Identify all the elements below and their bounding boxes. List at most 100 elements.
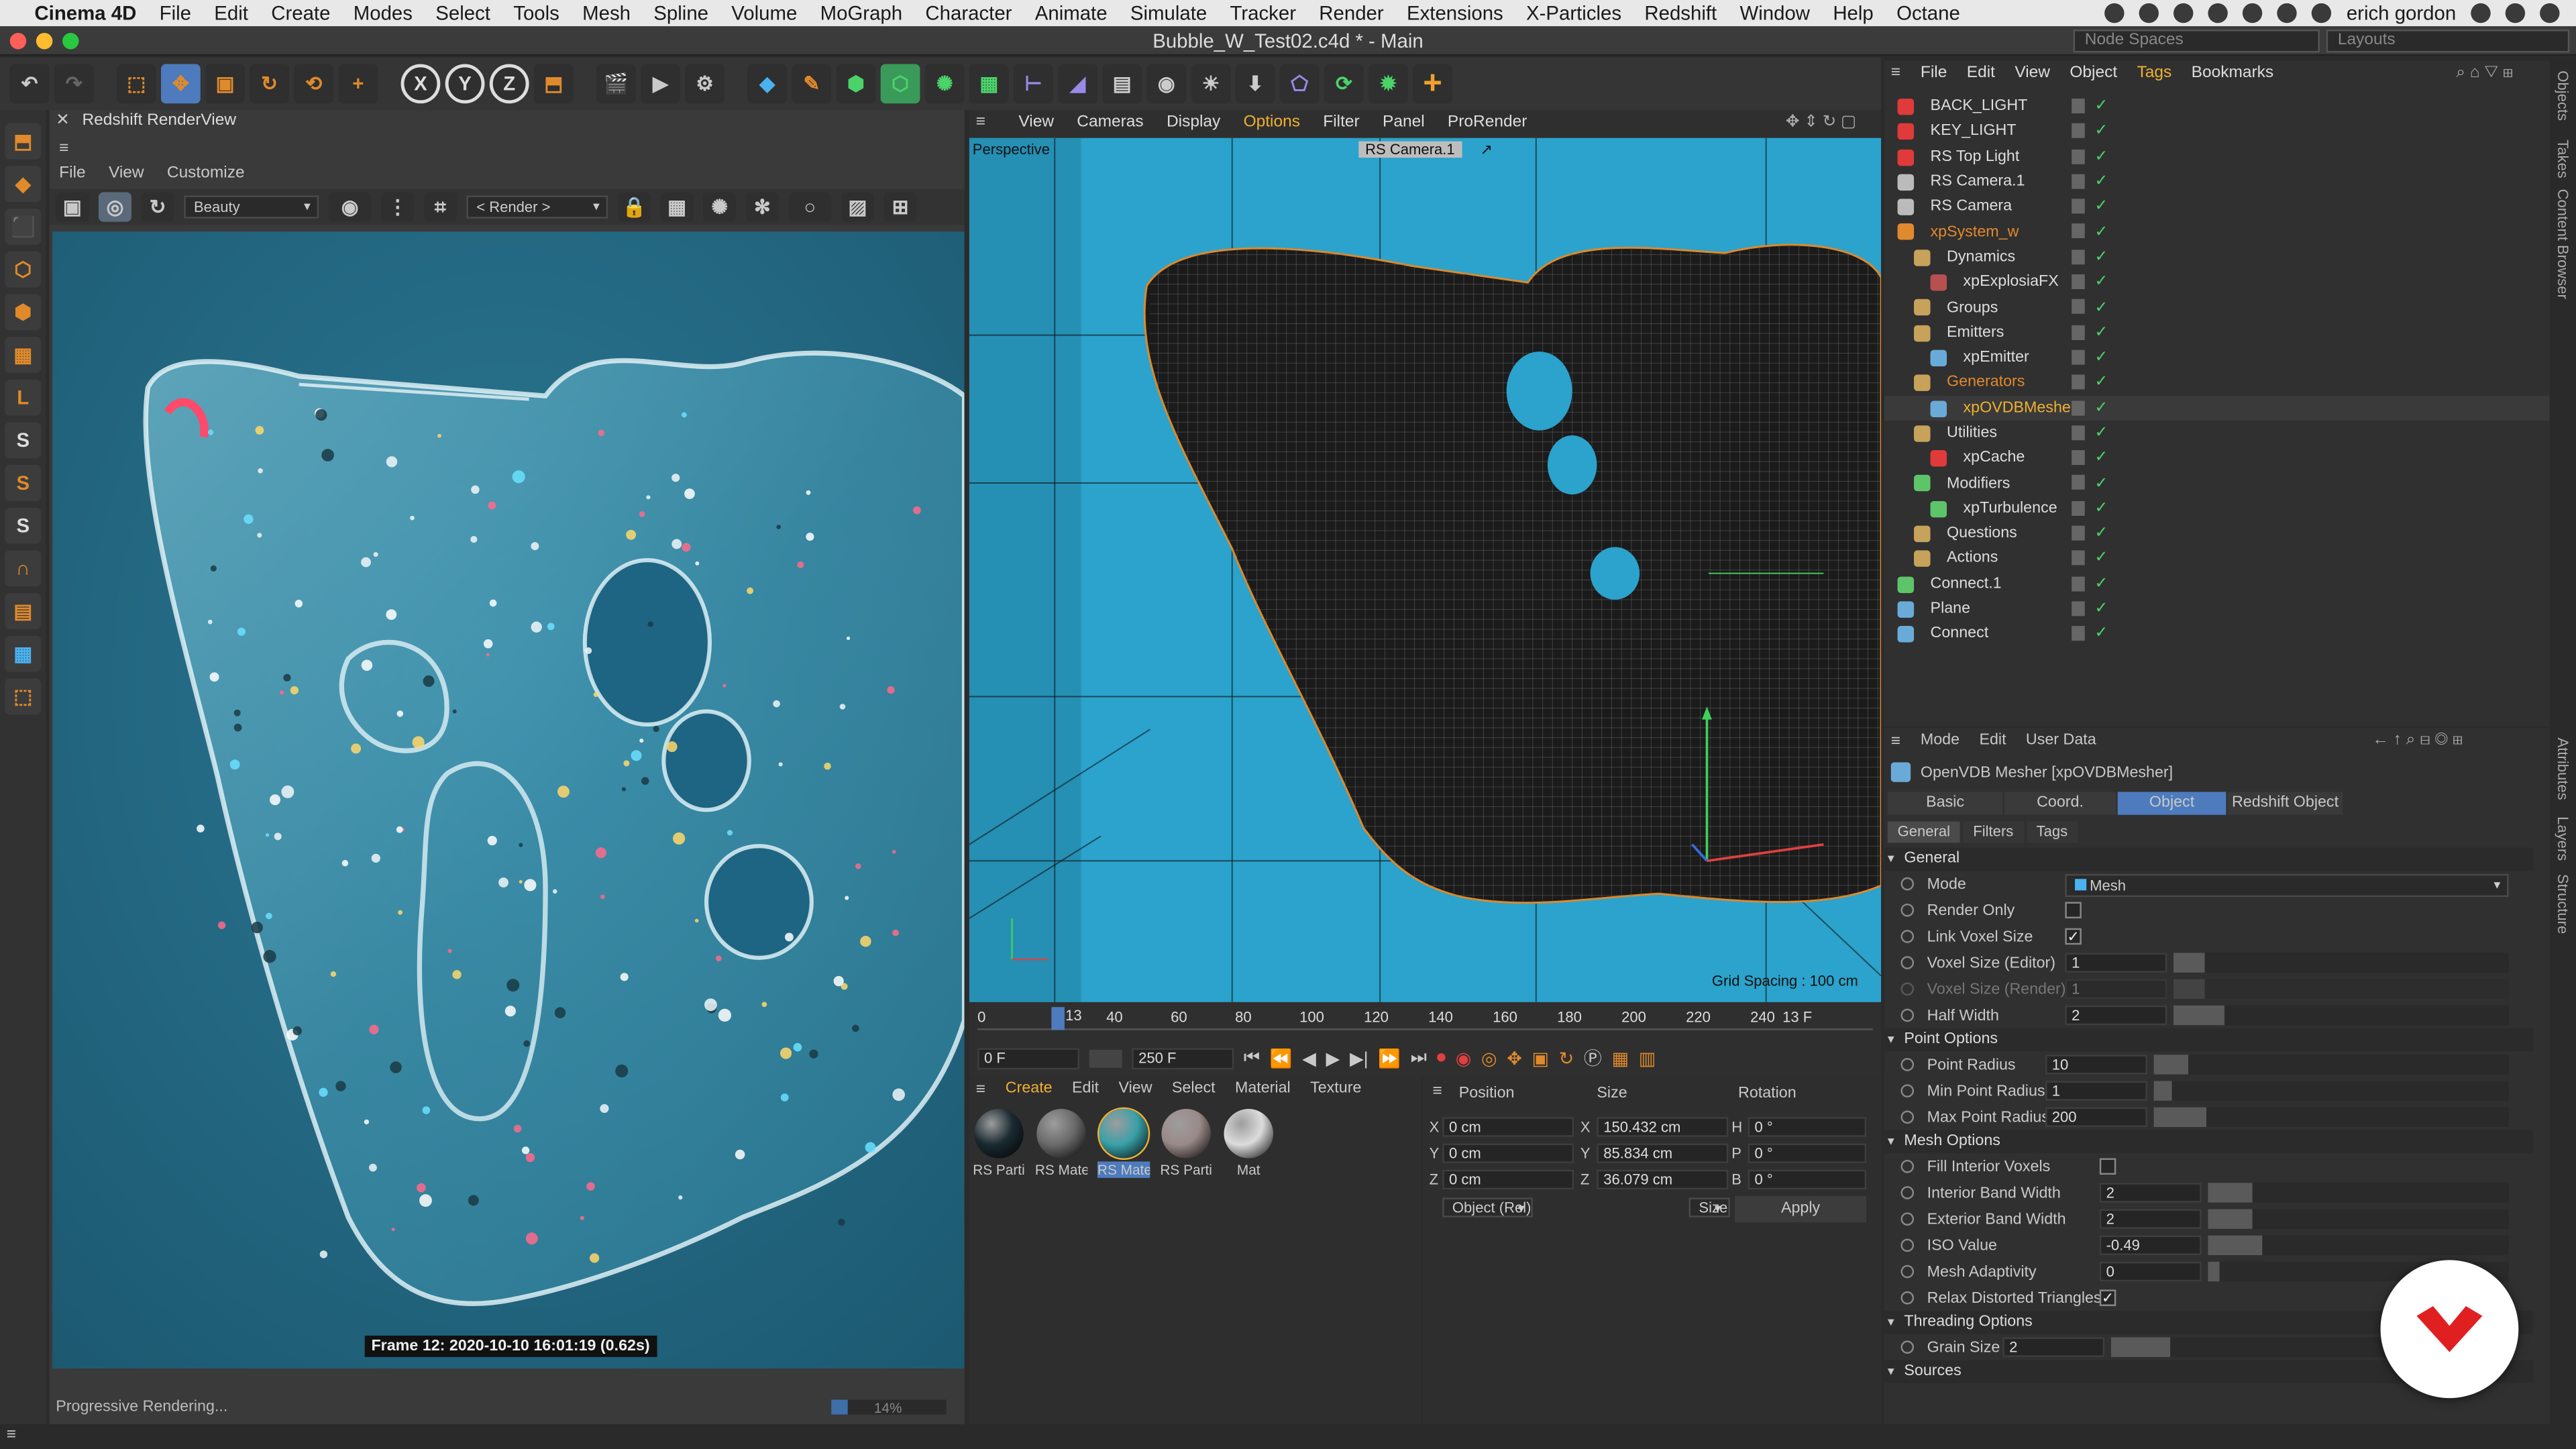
param-value-field[interactable]: 1 [2065, 979, 2167, 999]
object-name[interactable]: Groups [1947, 299, 1998, 317]
material-swatch[interactable]: RS Parti [973, 1109, 1025, 1178]
coordinate-mode-dropdown[interactable]: Object (Rel) [1442, 1197, 1533, 1218]
visibility-toggle-icon[interactable] [2072, 274, 2085, 290]
timeline-window-icon[interactable]: ▥ [1639, 1047, 1656, 1069]
light-icon[interactable]: ☀ [1191, 64, 1231, 104]
points-mode-icon[interactable]: ⬡ [5, 251, 42, 288]
deformer-icon[interactable]: ▦ [969, 64, 1009, 104]
param-slider[interactable] [2153, 1107, 2509, 1128]
user-name[interactable]: erich gordon [2347, 1, 2456, 24]
viewport-menu-prorender[interactable]: ProRender [1448, 110, 1527, 136]
image-icon[interactable]: ▨ [841, 192, 874, 222]
app-menu[interactable]: Cinema 4D [23, 1, 148, 24]
section-general[interactable]: General [1884, 847, 2534, 871]
visibility-toggle-icon[interactable] [2072, 500, 2085, 516]
section-header[interactable]: ▾ Mesh Options [1884, 1130, 2534, 1154]
object-name[interactable]: Dynamics [1947, 248, 2015, 266]
hamburger-icon[interactable]: ≡ [976, 1081, 985, 1099]
enabled-check-icon[interactable]: ✓ [2094, 549, 2108, 568]
rotation-field[interactable]: 0 ° [1748, 1117, 1867, 1137]
scale-tool-icon[interactable]: ▣ [205, 64, 245, 104]
axis-mode-icon[interactable]: L [5, 379, 42, 416]
animate-dot-icon[interactable] [1900, 1212, 1915, 1226]
attr-tab-coord[interactable]: Coord. [2004, 792, 2116, 815]
wifi-icon[interactable] [2277, 3, 2298, 23]
om-toolbar-icons[interactable]: ⌕ ⌂ ▽ ⊞ [2456, 64, 2513, 83]
rv-menu-view[interactable]: View [109, 160, 144, 189]
generator-icon[interactable]: ⬡ [880, 64, 920, 104]
flag-icon[interactable] [2312, 3, 2332, 23]
visibility-toggle-icon[interactable] [2072, 475, 2085, 490]
viewport-menu-display[interactable]: Display [1167, 110, 1220, 136]
rgb-channel-icon[interactable]: ◉ [328, 192, 372, 222]
object-name[interactable]: RS Camera.1 [1931, 172, 2025, 191]
position-field[interactable]: 0 cm [1442, 1117, 1574, 1137]
object-name[interactable]: xpTurbulence [1964, 499, 2057, 517]
visibility-toggle-icon[interactable] [2072, 375, 2085, 390]
animate-dot-icon[interactable] [1900, 1084, 1915, 1097]
animate-dot-icon[interactable] [1900, 1265, 1915, 1279]
attr-menu-edit[interactable]: Edit [1979, 731, 2006, 749]
visibility-toggle-icon[interactable] [2072, 98, 2085, 113]
mac-menu-mesh[interactable]: Mesh [571, 1, 642, 24]
visibility-toggle-icon[interactable] [2072, 525, 2085, 541]
enabled-check-icon[interactable]: ✓ [2094, 248, 2108, 266]
rotation-field[interactable]: 0 ° [1748, 1143, 1867, 1163]
tab-objects[interactable]: Objects [2555, 70, 2571, 121]
viewport-menu-panel[interactable]: Panel [1383, 110, 1425, 136]
tab-takes[interactable]: Takes [2555, 140, 2571, 178]
render-picture-viewer-icon[interactable]: ▶ [641, 64, 680, 104]
close-window-button[interactable] [9, 32, 27, 50]
y-axis-icon[interactable]: Y [445, 64, 485, 104]
object-row-xpturbulence[interactable]: xpTurbulence ✓ [1884, 496, 2550, 521]
param-slider[interactable] [2208, 1183, 2509, 1203]
location-icon[interactable] [2208, 3, 2229, 23]
enabled-check-icon[interactable]: ✓ [2094, 198, 2108, 216]
visibility-toggle-icon[interactable] [2072, 199, 2085, 214]
param-slider[interactable] [2174, 1005, 2509, 1026]
object-row-dynamics[interactable]: Dynamics ✓ [1884, 244, 2550, 269]
object-name[interactable]: Actions [1947, 549, 1998, 568]
object-row-key-light[interactable]: KEY_LIGHT ✓ [1884, 119, 2550, 144]
mac-menu-volume[interactable]: Volume [720, 1, 808, 24]
object-name[interactable]: Utilities [1947, 424, 1997, 442]
camera-icon[interactable]: ◉ [1146, 64, 1187, 104]
dropbox-icon[interactable] [2139, 3, 2159, 23]
material-menu-texture[interactable]: Texture [1310, 1079, 1361, 1097]
field-icon[interactable]: ⊢ [1014, 64, 1053, 104]
x-axis-icon[interactable]: X [400, 64, 441, 104]
rv-menu-customize[interactable]: Customize [167, 160, 245, 189]
parameter-key-icon[interactable]: Ⓟ [1584, 1045, 1602, 1071]
enabled-check-icon[interactable]: ✓ [2094, 525, 2108, 543]
enabled-check-icon[interactable]: ✓ [2094, 449, 2108, 467]
om-menu-file[interactable]: File [1921, 61, 1947, 87]
object-name[interactable]: Questions [1947, 525, 2017, 543]
mac-menu-animate[interactable]: Animate [1024, 1, 1119, 24]
section-point-options[interactable]: Point Options [1884, 1028, 2534, 1052]
animate-dot-icon[interactable] [1900, 877, 1915, 891]
object-name[interactable]: Generators [1947, 374, 2025, 392]
object-name[interactable]: RS Top Light [1931, 148, 2020, 166]
attr-menu-mode[interactable]: Mode [1921, 731, 1960, 749]
mac-menu-mograph[interactable]: MoGraph [808, 1, 914, 24]
apply-button[interactable]: Apply [1735, 1195, 1867, 1223]
live-selection-icon[interactable]: ⬚ [116, 64, 156, 104]
grid-overlay-icon[interactable]: ⋮ [381, 192, 415, 222]
menu-icon[interactable] [2540, 3, 2560, 23]
add-icon[interactable]: + [1413, 64, 1452, 104]
param-value-field[interactable]: 1 [2045, 1081, 2147, 1101]
siri-icon[interactable] [2505, 3, 2526, 23]
om-menu-view[interactable]: View [2015, 61, 2050, 87]
param-slider[interactable] [2174, 979, 2509, 999]
visibility-toggle-icon[interactable] [2072, 551, 2085, 566]
current-frame-field[interactable]: 0 F [977, 1047, 1079, 1069]
material-menu-material[interactable]: Material [1235, 1079, 1291, 1097]
scale-key-icon[interactable]: ▣ [1532, 1047, 1548, 1069]
visibility-toggle-icon[interactable] [2072, 148, 2085, 164]
subdivision-icon[interactable]: ⬢ [836, 64, 876, 104]
tab-content-browser[interactable]: Content Browser [2555, 189, 2571, 299]
position-key-icon[interactable]: ✥ [1507, 1047, 1522, 1069]
snap-settings-icon[interactable]: S [5, 507, 42, 544]
enabled-check-icon[interactable]: ✓ [2094, 424, 2108, 442]
animate-dot-icon[interactable] [1900, 930, 1915, 943]
